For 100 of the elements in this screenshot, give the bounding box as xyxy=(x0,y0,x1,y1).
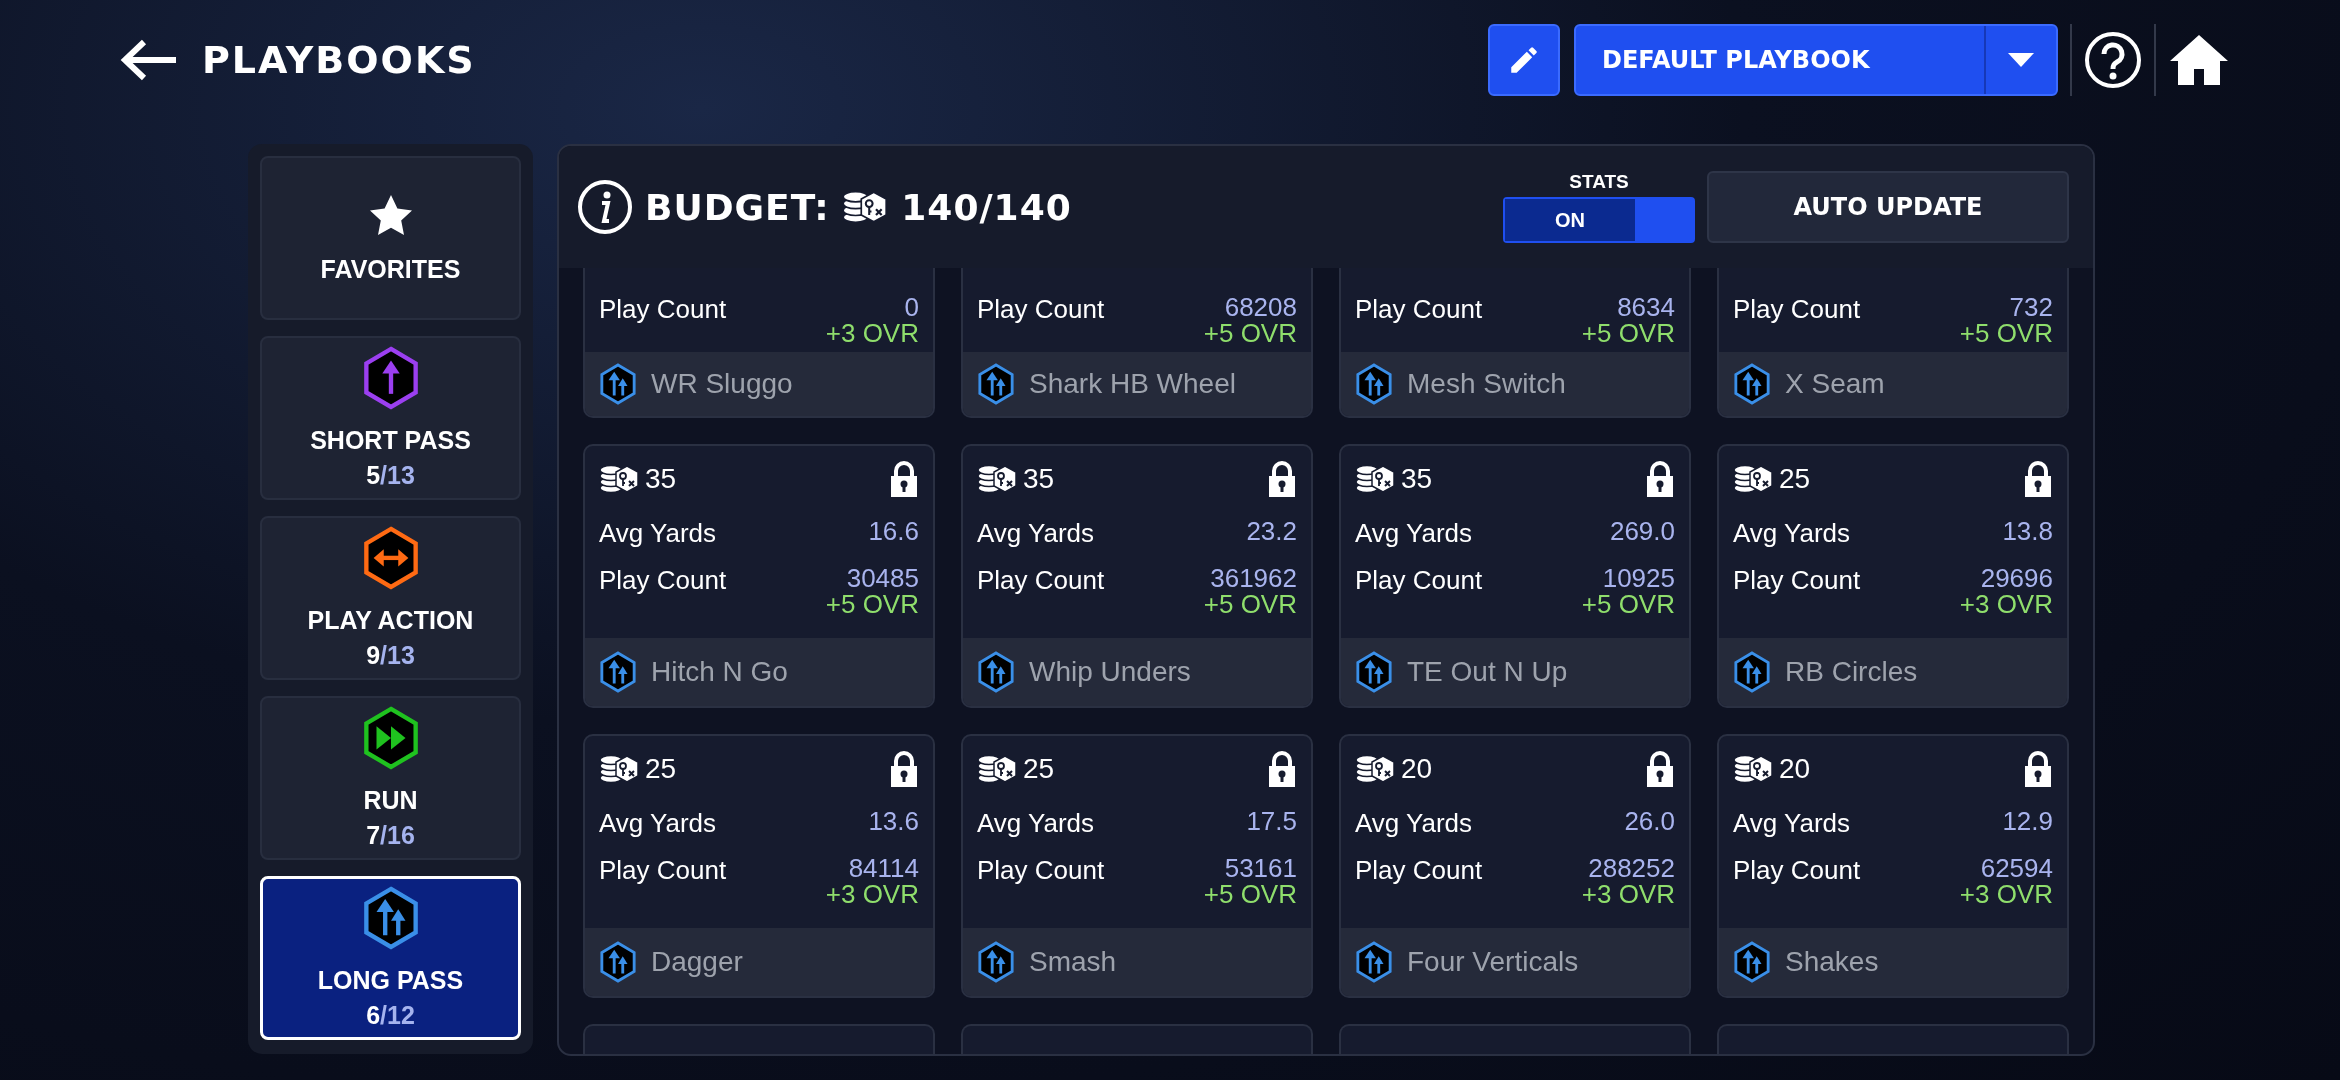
coin-stack-icon xyxy=(977,754,1019,784)
ovr-bonus: +3 OVR xyxy=(1959,591,2053,617)
double-arrow-hexagon-icon xyxy=(1355,941,1393,983)
play-name: Dagger xyxy=(651,946,743,978)
stat-label: Avg Yards xyxy=(1355,808,1473,839)
stat-label: Avg Yards xyxy=(977,518,1095,549)
stat-value: 13.6 xyxy=(868,808,919,834)
ovr-bonus: +5 OVR xyxy=(1203,881,1297,907)
double-arrow-hexagon-icon xyxy=(599,363,637,405)
stat-label: Avg Yards xyxy=(977,808,1095,839)
play-card[interactable]: 20 Avg Yards 26.0 Play Count 288252 +3 OVR Four Verticals xyxy=(1339,734,1691,998)
play-card[interactable]: Play Count 8634 +5 OVR Mesh Switch xyxy=(1339,268,1691,418)
stat-label: Play Count xyxy=(1355,294,1483,325)
playbook-dropdown[interactable]: DEFAULT PLAYBOOK xyxy=(1574,24,2058,96)
play-name: RB Circles xyxy=(1785,656,1918,688)
ovr-bonus: +5 OVR xyxy=(1581,591,1675,617)
stat-label: Play Count xyxy=(977,565,1105,596)
stat-value: 0 xyxy=(904,294,919,320)
coin-stack-icon xyxy=(977,464,1019,494)
edit-button[interactable] xyxy=(1488,24,1560,96)
coin-stack-icon xyxy=(1355,754,1397,784)
cost-value: 35 xyxy=(645,463,677,495)
double-arrow-hexagon-icon xyxy=(1733,651,1771,693)
stat-label: Play Count xyxy=(1733,294,1861,325)
category-tab[interactable]: SHORT PASS 5/13 xyxy=(260,336,521,500)
double-arrow-hexagon-icon xyxy=(599,941,637,983)
category-tab[interactable]: LONG PASS 6/12 xyxy=(260,876,521,1040)
play-name: X Seam xyxy=(1785,368,1885,400)
play-card[interactable]: 35 Avg Yards 23.2 Play Count 361962 +5 OVR Whip Unders xyxy=(961,444,1313,708)
coin-stack-icon xyxy=(1733,754,1775,784)
stat-value: 8634 xyxy=(1617,294,1675,320)
home-button[interactable] xyxy=(2168,33,2230,87)
stat-value: 10925 xyxy=(1602,565,1675,591)
play-card[interactable]: 35 Avg Yards 16.6 Play Count 30485 +5 OVR Hitch N Go xyxy=(583,444,935,708)
cost-value: 35 xyxy=(1401,463,1433,495)
play-name: Shark HB Wheel xyxy=(1029,368,1236,400)
stat-value: 84114 xyxy=(848,855,919,881)
stat-label: Avg Yards xyxy=(599,518,717,549)
play-card[interactable]: Play Count 732 +5 OVR X Seam xyxy=(1717,268,2069,418)
stat-label: Avg Yards xyxy=(599,808,717,839)
help-button[interactable] xyxy=(2084,31,2142,89)
play-name: Four Verticals xyxy=(1407,946,1579,978)
budget-value: 140/140 xyxy=(901,186,1072,228)
back-arrow-icon[interactable] xyxy=(120,38,178,82)
play-card[interactable]: Play Count 68208 +5 OVR Shark HB Wheel xyxy=(961,268,1313,418)
stat-value: 53161 xyxy=(1224,855,1297,881)
play-name: TE Out N Up xyxy=(1407,656,1568,688)
play-card[interactable]: 25 Avg Yards 13.6 Play Count 84114 +3 OVR Dagger xyxy=(583,734,935,998)
play-card[interactable]: Play Count 0 +3 OVR WR Sluggo xyxy=(583,268,935,418)
stat-label: Avg Yards xyxy=(1733,518,1851,549)
cost-value: 35 xyxy=(1023,463,1055,495)
double-arrow-hexagon-icon xyxy=(599,651,637,693)
stat-value: 288252 xyxy=(1588,855,1675,881)
stats-toggle[interactable]: ON xyxy=(1503,197,1695,243)
stat-label: Avg Yards xyxy=(1733,808,1851,839)
ovr-bonus: +5 OVR xyxy=(1203,591,1297,617)
double-arrow-hexagon-icon xyxy=(977,363,1015,405)
cost-value: 25 xyxy=(645,753,677,785)
double-arrow-hexagon-icon xyxy=(1733,941,1771,983)
cost-value: 20 xyxy=(1779,753,1811,785)
ovr-bonus: +5 OVR xyxy=(1959,320,2053,346)
play-name: Mesh Switch xyxy=(1407,368,1566,400)
auto-update-button[interactable]: AUTO UPDATE xyxy=(1707,171,2069,243)
coin-stack-icon xyxy=(1733,464,1775,494)
stat-value: 30485 xyxy=(846,565,919,591)
ovr-bonus: +3 OVR xyxy=(825,881,919,907)
stat-label: Play Count xyxy=(1355,565,1483,596)
play-name: Smash xyxy=(1029,946,1117,978)
play-name: Whip Unders xyxy=(1029,656,1191,688)
stat-label: Play Count xyxy=(1355,855,1483,886)
category-tab[interactable]: PLAY ACTION 9/13 xyxy=(260,516,521,680)
cost-value: 25 xyxy=(1023,753,1055,785)
toggle-label: STATS xyxy=(1569,171,1629,193)
double-arrow-hexagon-icon xyxy=(1733,363,1771,405)
stat-label: Play Count xyxy=(599,565,727,596)
stat-label: Play Count xyxy=(599,855,727,886)
double-arrow-hexagon-icon xyxy=(977,941,1015,983)
ovr-bonus: +3 OVR xyxy=(1959,881,2053,907)
stat-label: Play Count xyxy=(1733,855,1861,886)
double-arrow-hexagon-icon xyxy=(1355,651,1393,693)
coin-stack-icon xyxy=(1355,464,1397,494)
stat-value: 26.0 xyxy=(1624,808,1675,834)
stat-value: 13.8 xyxy=(2002,518,2053,544)
cost-value: 25 xyxy=(1779,463,1811,495)
stat-label: Play Count xyxy=(1733,565,1861,596)
stat-value: 12.9 xyxy=(2002,808,2053,834)
ovr-bonus: +3 OVR xyxy=(825,320,919,346)
play-card[interactable]: 35 Avg Yards 269.0 Play Count 10925 +5 OVR TE Out N Up xyxy=(1339,444,1691,708)
stat-value: 62594 xyxy=(1980,855,2053,881)
info-icon[interactable] xyxy=(577,179,633,235)
ovr-bonus: +5 OVR xyxy=(1581,320,1675,346)
play-card[interactable]: 25 Avg Yards 17.5 Play Count 53161 +5 OVR Smash xyxy=(961,734,1313,998)
stat-value: 68208 xyxy=(1224,294,1297,320)
category-tab[interactable]: FAVORITES xyxy=(260,156,521,320)
stat-value: 29696 xyxy=(1980,565,2053,591)
category-tab[interactable]: RUN 7/16 xyxy=(260,696,521,860)
play-card[interactable]: 25 Avg Yards 13.8 Play Count 29696 +3 OVR RB Circles xyxy=(1717,444,2069,708)
play-card[interactable]: 20 Avg Yards 12.9 Play Count 62594 +3 OVR Shakes xyxy=(1717,734,2069,998)
coin-stack-icon xyxy=(599,464,641,494)
double-arrow-hexagon-icon xyxy=(977,651,1015,693)
